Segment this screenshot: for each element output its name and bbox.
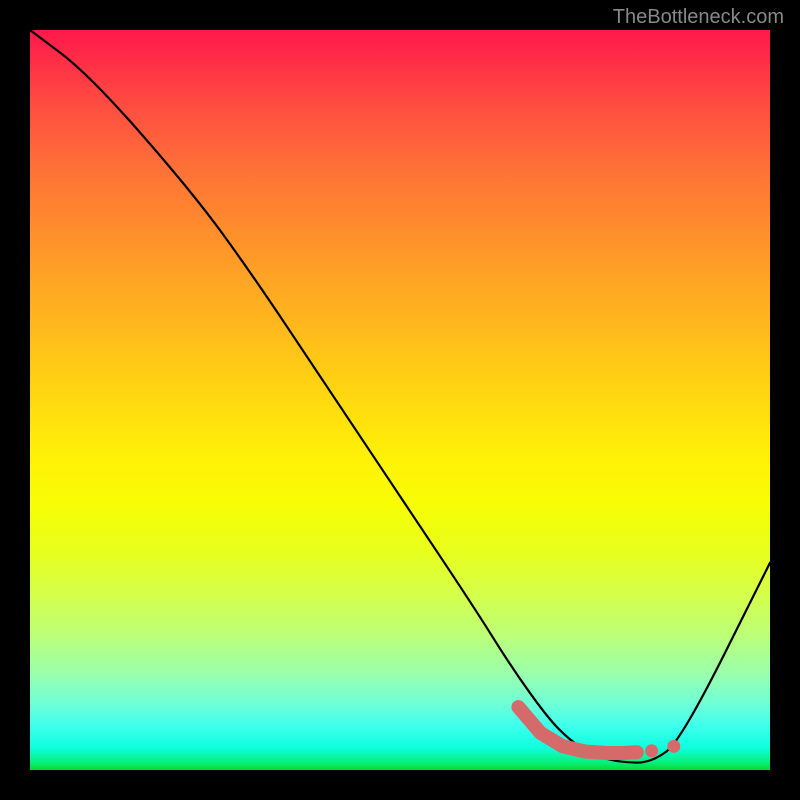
highlight-segment [518,707,636,753]
highlight-dot [645,744,658,757]
main-curve [30,30,770,763]
watermark-text: TheBottleneck.com [613,6,784,29]
chart-svg [30,30,770,770]
highlight-dot [667,740,680,753]
